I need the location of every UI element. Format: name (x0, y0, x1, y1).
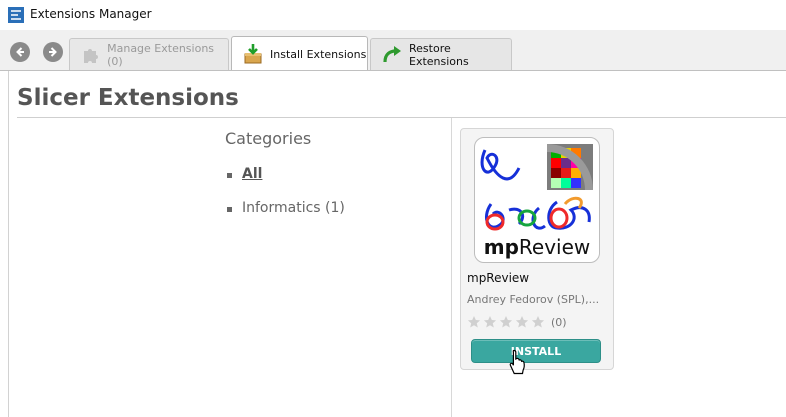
extensions-content: Slicer Extensions Categories All Informa… (8, 71, 786, 417)
star-empty-icon (483, 316, 497, 328)
back-arrow-icon[interactable] (10, 42, 30, 62)
page-title: Slicer Extensions (17, 85, 239, 111)
categories-panel: Categories All Informatics (1) (17, 118, 452, 417)
bullet-icon (227, 207, 232, 212)
category-all[interactable]: All (225, 166, 345, 200)
star-empty-icon (467, 316, 481, 328)
install-button[interactable]: INSTALL (471, 339, 601, 363)
tab-install-extensions[interactable]: Install Extensions (231, 36, 368, 71)
star-empty-icon (515, 316, 529, 328)
tab-label: Manage Extensions (0) (107, 41, 215, 68)
extension-name[interactable]: mpReview (467, 271, 529, 285)
forward-arrow-icon[interactable] (43, 42, 63, 62)
hand-cursor-icon (509, 349, 525, 375)
categories-heading: Categories (225, 129, 312, 148)
rating-count: (0) (551, 315, 567, 329)
category-label[interactable]: All (242, 166, 262, 182)
categories-list: All Informatics (1) (225, 166, 345, 234)
star-empty-icon (531, 316, 545, 328)
tab-label: Restore Extensions (409, 41, 469, 68)
mpreview-logo-icon: mpReview (480, 144, 593, 259)
puzzle-icon (80, 44, 101, 66)
star-empty-icon (499, 316, 513, 328)
title-bar: Extensions Manager (0, 0, 786, 30)
category-informatics[interactable]: Informatics (1) (225, 200, 345, 234)
extension-card[interactable]: mpReview mpReview Andrey Fedorov (SPL),.… (460, 128, 614, 370)
window-title: Extensions Manager (30, 7, 152, 21)
tab-restore-extensions[interactable]: Restore Extensions (370, 38, 512, 70)
slicer-app-icon (8, 7, 24, 23)
toolbar: Manage Extensions (0) Install Extensions… (0, 30, 786, 71)
svg-text:mpReview: mpReview (484, 235, 591, 259)
category-label[interactable]: Informatics (1) (242, 200, 345, 216)
download-box-icon (242, 43, 264, 65)
tab-manage-extensions[interactable]: Manage Extensions (0) (69, 38, 229, 70)
green-curved-arrow-icon (381, 44, 403, 66)
tab-label: Install Extensions (270, 47, 367, 61)
bullet-icon (227, 173, 232, 178)
rating-stars: (0) (467, 315, 567, 329)
extension-thumbnail[interactable]: mpReview (474, 137, 600, 263)
extension-author: Andrey Fedorov (SPL),... (467, 293, 600, 306)
